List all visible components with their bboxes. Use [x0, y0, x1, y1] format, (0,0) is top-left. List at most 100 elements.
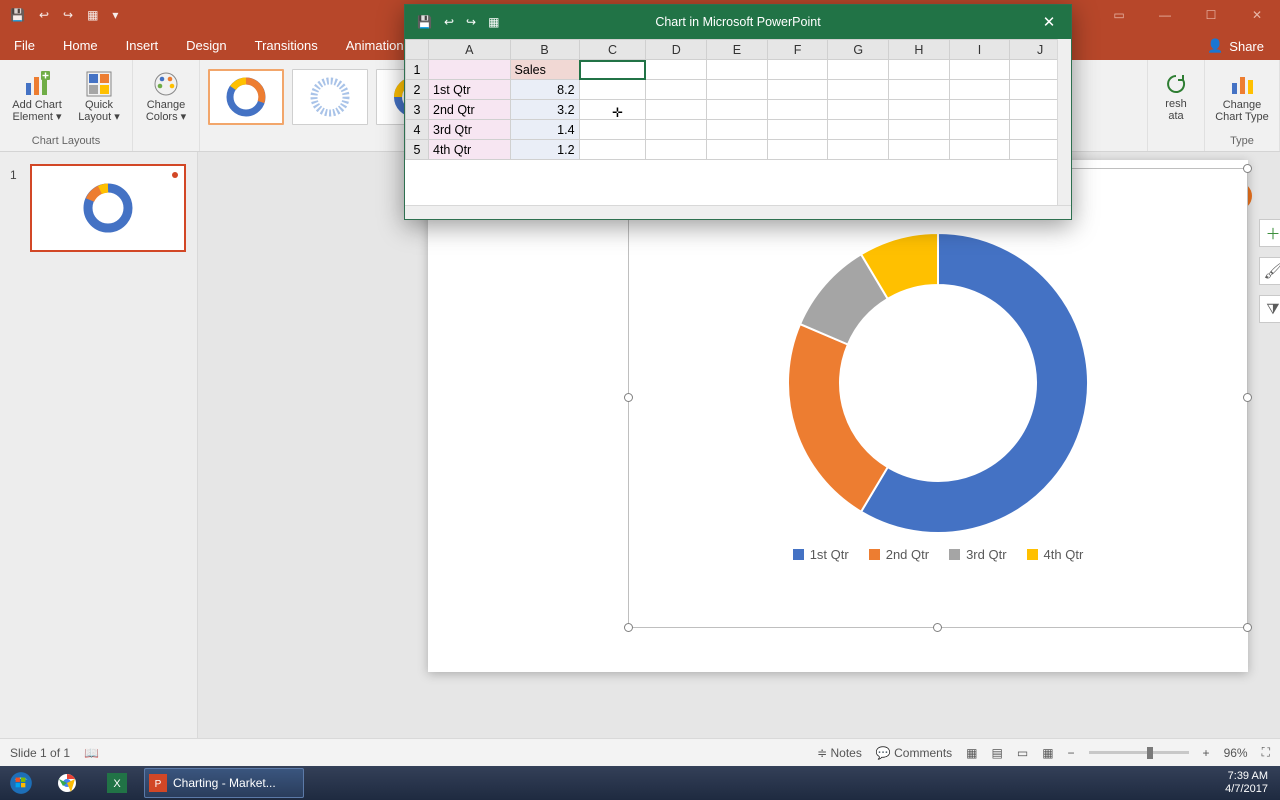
chart-data-window[interactable]: 💾 ↩ ↪ ▦ Chart in Microsoft PowerPoint ✕ … [404, 4, 1072, 220]
chart-selection[interactable]: ＋ 🖌 ⧩ Sales 1st Qtr 2nd Qtr 3rd Qtr 4th … [628, 168, 1248, 628]
slide-thumb-1[interactable] [30, 164, 186, 252]
tab-file[interactable]: File [0, 32, 49, 60]
row-2[interactable]: 2 [406, 80, 429, 100]
cell-A1[interactable] [429, 60, 511, 80]
close-icon[interactable]: ✕ [1234, 0, 1280, 30]
row-3[interactable]: 3 [406, 100, 429, 120]
maximize-icon[interactable]: ☐ [1188, 0, 1234, 30]
col-C[interactable]: C [579, 40, 646, 60]
col-F[interactable]: F [767, 40, 828, 60]
col-E[interactable]: E [707, 40, 768, 60]
ribbon-options-icon[interactable]: ▭ [1096, 0, 1142, 30]
share-button[interactable]: 👤 Share [1197, 34, 1280, 60]
workspace: 1 1 ＋ 🖌 ⧩ Sales [0, 152, 1280, 738]
legend-item-1: 1st Qtr [793, 547, 849, 562]
slide-counter: Slide 1 of 1 [10, 746, 70, 760]
cell-A4[interactable]: 3rd Qtr [429, 120, 511, 140]
cell-B5[interactable]: 1.2 [510, 140, 579, 160]
excel-save-icon[interactable]: 💾 [417, 15, 432, 29]
notes-toggle[interactable]: ≑ Notes [817, 746, 862, 760]
taskbar-excel[interactable]: X [94, 768, 140, 798]
start-button[interactable] [0, 766, 42, 800]
quick-layout-button[interactable]: Quick Layout ▾ [74, 71, 124, 123]
col-A[interactable]: A [429, 40, 511, 60]
cell-B4[interactable]: 1.4 [510, 120, 579, 140]
zoom-slider[interactable] [1089, 751, 1189, 754]
share-label: Share [1229, 39, 1264, 54]
view-normal-icon[interactable]: ▦ [966, 746, 977, 760]
col-B[interactable]: B [510, 40, 579, 60]
comments-toggle[interactable]: 💬 Comments [876, 746, 952, 760]
spellcheck-icon[interactable]: 📖 [84, 746, 99, 760]
view-reading-icon[interactable]: ▭ [1017, 746, 1028, 760]
taskbar-date: 4/7/2017 [1225, 783, 1268, 796]
col-D[interactable]: D [646, 40, 707, 60]
share-icon: 👤 [1207, 38, 1223, 54]
taskbar-clock[interactable]: 7:39 AM 4/7/2017 [1225, 770, 1280, 795]
col-I[interactable]: I [949, 40, 1010, 60]
excel-undo-icon[interactable]: ↩ [444, 15, 454, 29]
col-H[interactable]: H [889, 40, 950, 60]
minimize-icon[interactable]: — [1142, 0, 1188, 30]
zoom-value[interactable]: 96% [1224, 746, 1248, 760]
view-sorter-icon[interactable]: ▤ [992, 746, 1003, 760]
cell-A3[interactable]: 2nd Qtr [429, 100, 511, 120]
slide: ＋ 🖌 ⧩ Sales 1st Qtr 2nd Qtr 3rd Qtr 4th … [428, 160, 1248, 672]
slideshow-icon[interactable]: ▦ [87, 8, 98, 22]
cell-B2[interactable]: 8.2 [510, 80, 579, 100]
chart-style-2[interactable] [292, 69, 368, 125]
excel-hscroll[interactable] [405, 205, 1071, 219]
tab-home[interactable]: Home [49, 32, 112, 60]
cell-A5[interactable]: 4th Qtr [429, 140, 511, 160]
cell-C1[interactable] [579, 60, 646, 80]
refresh-data-button[interactable]: reshata [1156, 72, 1196, 122]
qat-more-icon[interactable]: ▾ [112, 8, 118, 22]
chart-style-1[interactable] [208, 69, 284, 125]
excel-window-title: Chart in Microsoft PowerPoint [655, 15, 820, 29]
group-label-chart-layouts: Chart Layouts [32, 135, 100, 149]
zoom-out-icon[interactable]: − [1068, 746, 1075, 760]
chart-styles-button[interactable]: 🖌 [1259, 257, 1280, 285]
redo-icon[interactable]: ↪ [63, 8, 73, 22]
fit-window-icon[interactable]: ⛶ [1262, 745, 1270, 760]
tab-design[interactable]: Design [172, 32, 240, 60]
excel-vscroll[interactable] [1057, 39, 1071, 205]
brush-icon: 🖌 [1263, 262, 1280, 280]
plus-icon: ＋ [1265, 223, 1280, 244]
taskbar-chrome[interactable] [44, 768, 90, 798]
undo-icon[interactable]: ↩ [39, 8, 49, 22]
row-1[interactable]: 1 [406, 60, 429, 80]
chart-filters-button[interactable]: ⧩ [1259, 295, 1280, 323]
donut-chart[interactable] [786, 231, 1090, 535]
col-G[interactable]: G [828, 40, 889, 60]
excel-close-button[interactable]: ✕ [1027, 5, 1071, 39]
slide-thumbnails-panel: 1 [0, 152, 198, 738]
tab-transitions[interactable]: Transitions [241, 32, 332, 60]
excel-table-icon[interactable]: ▦ [488, 15, 499, 29]
slide-canvas-area[interactable]: 1 ＋ 🖌 ⧩ Sales [198, 152, 1280, 738]
view-slideshow-icon[interactable]: ▦ [1042, 746, 1053, 760]
change-colors-button[interactable]: Change Colors ▾ [141, 71, 191, 123]
refresh-data-label: reshata [1165, 98, 1186, 122]
chart-legend: 1st Qtr 2nd Qtr 3rd Qtr 4th Qtr [629, 547, 1247, 562]
cell-A2[interactable]: 1st Qtr [429, 80, 511, 100]
cell-B3[interactable]: 3.2 [510, 100, 579, 120]
excel-titlebar[interactable]: 💾 ↩ ↪ ▦ Chart in Microsoft PowerPoint ✕ [405, 5, 1071, 39]
chart-elements-button[interactable]: ＋ [1259, 219, 1280, 247]
row-5[interactable]: 5 [406, 140, 429, 160]
change-chart-type-label: Change Chart Type [1213, 99, 1271, 123]
tab-insert[interactable]: Insert [112, 32, 173, 60]
legend-item-3: 3rd Qtr [949, 547, 1006, 562]
excel-redo-icon[interactable]: ↪ [466, 15, 476, 29]
svg-text:X: X [113, 778, 121, 790]
zoom-in-icon[interactable]: + [1203, 746, 1210, 760]
row-4[interactable]: 4 [406, 120, 429, 140]
excel-grid[interactable]: A B C D E F G H I J 1Sales 21st Qtr8.2 3… [405, 39, 1071, 205]
taskbar-powerpoint-active[interactable]: P Charting - Market... [144, 768, 304, 798]
save-icon[interactable]: 💾 [10, 8, 25, 22]
svg-text:P: P [155, 779, 162, 790]
add-chart-element-button[interactable]: Add Chart Element ▾ [8, 71, 66, 123]
cell-B1[interactable]: Sales [510, 60, 579, 80]
status-bar: Slide 1 of 1 📖 ≑ Notes 💬 Comments ▦ ▤ ▭ … [0, 738, 1280, 766]
change-chart-type-button[interactable]: Change Chart Type [1213, 71, 1271, 123]
